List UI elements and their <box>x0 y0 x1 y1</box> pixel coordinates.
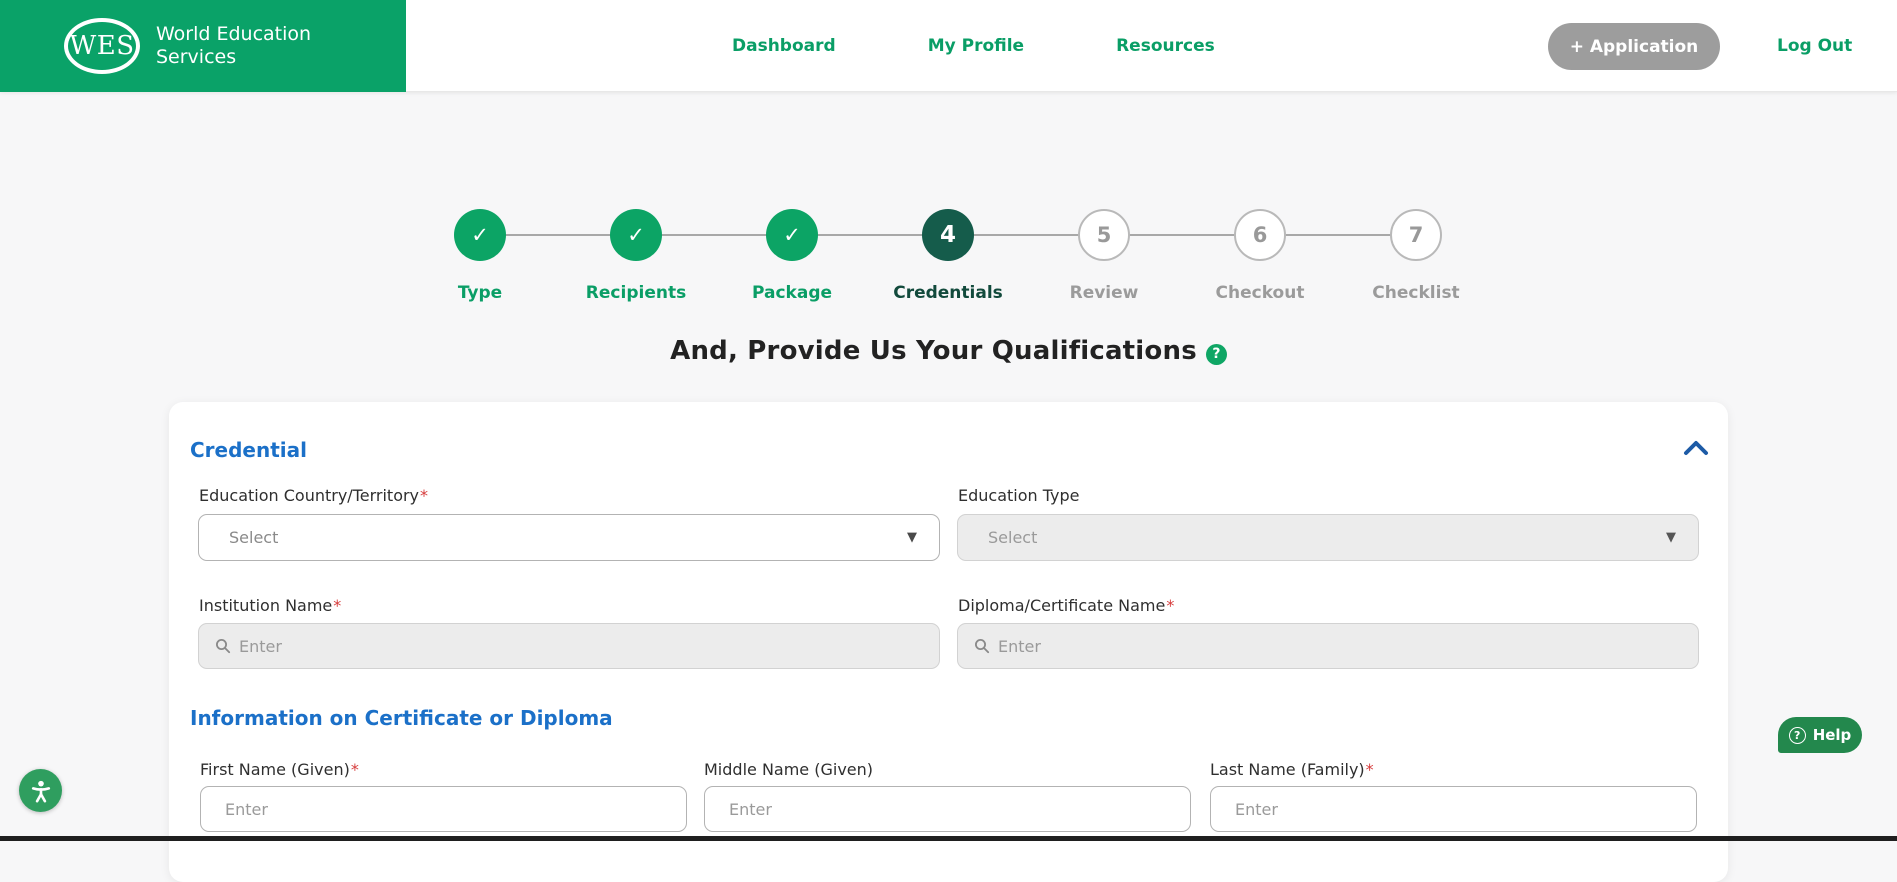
diploma-name-label: Diploma/Certificate Name* <box>958 596 1174 615</box>
chevron-up-icon <box>1684 441 1708 455</box>
dropdown-arrow-icon: ▼ <box>1666 530 1676 545</box>
select-placeholder: Select <box>988 528 1038 547</box>
nav-dashboard[interactable]: Dashboard <box>732 36 836 56</box>
first-name-field[interactable] <box>225 799 672 819</box>
first-name-label: First Name (Given)* <box>200 760 359 779</box>
education-type-label: Education Type <box>958 486 1080 505</box>
help-button-label: Help <box>1812 726 1852 744</box>
main-nav: Dashboard My Profile Resources <box>732 0 1215 92</box>
bottom-scrollbar[interactable] <box>0 836 1897 841</box>
help-question-icon: ? <box>1788 726 1806 744</box>
step-type[interactable]: ✓ Type <box>400 209 560 303</box>
step-label: Checklist <box>1372 283 1460 303</box>
wes-logo-mark: WES <box>69 31 135 61</box>
dropdown-arrow-icon: ▼ <box>907 530 917 545</box>
label-text: Institution Name <box>199 596 333 615</box>
wes-logo-oval: WES <box>64 18 140 74</box>
institution-name-label: Institution Name* <box>199 596 341 615</box>
wes-logo-name-line2: Services <box>156 46 237 68</box>
label-text: Education Country/Territory <box>199 486 420 505</box>
step-circle-complete[interactable]: ✓ <box>610 209 662 261</box>
step-circle-complete[interactable]: ✓ <box>454 209 506 261</box>
education-country-label: Education Country/Territory* <box>199 486 428 505</box>
wes-logo[interactable]: WES World Education Services <box>0 0 406 92</box>
check-icon: ✓ <box>471 223 489 247</box>
last-name-input-box[interactable] <box>1210 786 1697 832</box>
institution-name-input-box[interactable] <box>198 623 940 669</box>
step-circle-active[interactable]: 4 <box>922 209 974 261</box>
step-credentials-active[interactable]: 4 Credentials <box>868 209 1028 303</box>
step-label: Credentials <box>893 283 1003 303</box>
step-label: Review <box>1069 283 1139 303</box>
title-help-icon[interactable]: ? <box>1205 343 1227 365</box>
middle-name-input-box[interactable] <box>704 786 1191 832</box>
logout-link[interactable]: Log Out <box>1777 0 1852 92</box>
credential-card: Credential Education Country/Territory* … <box>169 402 1728 882</box>
search-icon <box>216 639 231 654</box>
label-text: First Name (Given) <box>200 760 350 779</box>
required-asterisk: * <box>420 486 429 505</box>
check-icon: ✓ <box>783 223 801 247</box>
education-type-select[interactable]: Select ▼ <box>957 514 1699 561</box>
wes-logo-name-line1: World Education <box>156 23 312 46</box>
middle-name-label: Middle Name (Given) <box>704 760 873 779</box>
step-package[interactable]: ✓ Package <box>712 209 872 303</box>
step-checklist[interactable]: 7 Checklist <box>1336 209 1496 303</box>
step-checkout[interactable]: 6 Checkout <box>1180 209 1340 303</box>
diploma-name-input-box[interactable] <box>957 623 1699 669</box>
step-number: 6 <box>1252 223 1268 247</box>
education-country-select[interactable]: Select ▼ <box>198 514 940 561</box>
accessibility-button[interactable] <box>19 769 62 812</box>
label-text: Last Name (Family) <box>1210 760 1365 779</box>
search-icon <box>975 639 990 654</box>
required-asterisk: * <box>1166 596 1175 615</box>
step-label: Checkout <box>1215 283 1305 303</box>
required-asterisk: * <box>1365 760 1374 779</box>
step-review[interactable]: 5 Review <box>1024 209 1184 303</box>
nav-my-profile[interactable]: My Profile <box>928 36 1024 56</box>
last-name-label: Last Name (Family)* <box>1210 760 1374 779</box>
step-label: Package <box>751 283 833 303</box>
step-number: 7 <box>1408 223 1424 247</box>
step-circle-upcoming[interactable]: 7 <box>1390 209 1442 261</box>
first-name-input-box[interactable] <box>200 786 687 832</box>
required-asterisk: * <box>333 596 342 615</box>
help-button[interactable]: ? Help <box>1778 717 1862 753</box>
label-text: Education Type <box>958 486 1080 505</box>
step-number: 4 <box>939 222 956 248</box>
institution-name-field[interactable] <box>239 636 925 656</box>
step-circle-complete[interactable]: ✓ <box>766 209 818 261</box>
label-text: Diploma/Certificate Name <box>958 596 1166 615</box>
page-title: And, Provide Us Your Qualifications <box>670 336 1197 366</box>
wes-logo-text: World Education Services <box>156 23 311 69</box>
middle-name-field[interactable] <box>729 799 1176 819</box>
last-name-field[interactable] <box>1235 799 1682 819</box>
required-asterisk: * <box>350 760 359 779</box>
accessibility-icon <box>31 780 50 802</box>
add-application-button[interactable]: + Application <box>1548 23 1720 70</box>
select-placeholder: Select <box>229 528 279 547</box>
step-label: Recipients <box>585 283 687 303</box>
info-section-heading: Information on Certificate or Diploma <box>190 706 613 730</box>
header: WES World Education Services Dashboard M… <box>0 0 1897 92</box>
nav-resources[interactable]: Resources <box>1116 36 1215 56</box>
check-icon: ✓ <box>627 223 645 247</box>
step-circle-upcoming[interactable]: 6 <box>1234 209 1286 261</box>
label-text: Middle Name (Given) <box>704 760 874 779</box>
step-label: Type <box>457 283 503 303</box>
step-circle-upcoming[interactable]: 5 <box>1078 209 1130 261</box>
page-title-row: And, Provide Us Your Qualifications ? <box>0 336 1897 366</box>
step-number: 5 <box>1096 223 1112 247</box>
collapse-section-button[interactable] <box>1679 434 1713 462</box>
diploma-name-field[interactable] <box>998 636 1684 656</box>
step-recipients[interactable]: ✓ Recipients <box>556 209 716 303</box>
credential-section-heading: Credential <box>190 438 307 462</box>
